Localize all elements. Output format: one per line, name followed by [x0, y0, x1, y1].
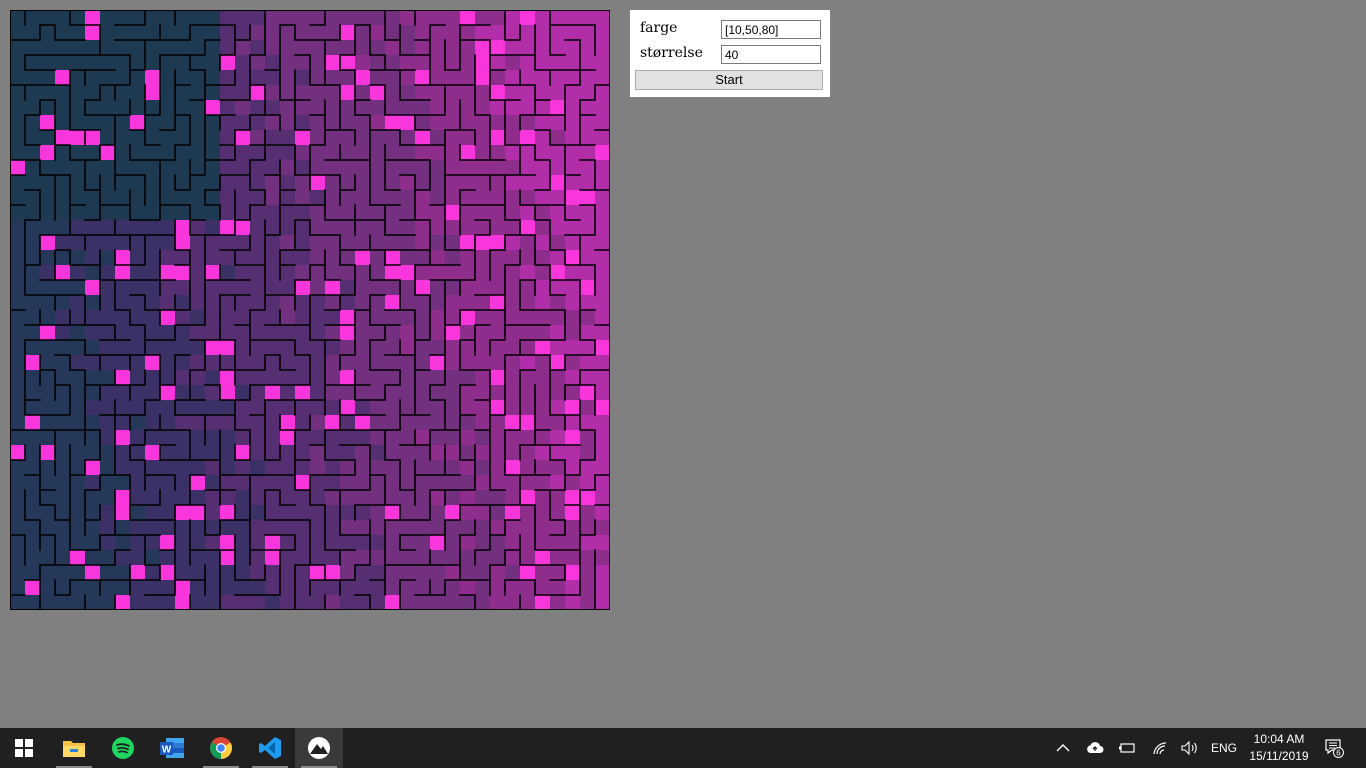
wifi-icon: [1153, 742, 1167, 755]
color-input[interactable]: [721, 20, 821, 39]
processing-icon: [308, 737, 330, 759]
control-panel: farge størrelse Start: [630, 10, 830, 97]
windows-start-button[interactable]: [0, 728, 48, 768]
taskbar-chrome[interactable]: [197, 728, 245, 768]
windows-logo-icon: [15, 739, 33, 757]
volume-tray-button[interactable]: [1178, 728, 1202, 768]
chrome-icon: [210, 737, 232, 759]
maze-walls: [10, 10, 610, 610]
size-input[interactable]: [721, 45, 821, 64]
wifi-tray-button[interactable]: [1148, 728, 1172, 768]
taskbar-processing[interactable]: [295, 728, 343, 768]
word-icon: W: [160, 738, 184, 758]
clock[interactable]: 10:04 AM 15/11/2019: [1240, 731, 1318, 765]
chevron-up-icon: [1056, 744, 1070, 752]
battery-icon: [1119, 743, 1135, 753]
taskbar-spotify[interactable]: [99, 728, 147, 768]
notification-icon: 6: [1325, 739, 1344, 758]
maze-canvas[interactable]: [10, 10, 610, 610]
color-label: farge: [640, 20, 678, 36]
vscode-icon: [259, 737, 281, 759]
taskbar: W ENG 10:04 AM 15/11/2019 6: [0, 728, 1366, 768]
taskbar-vscode[interactable]: [246, 728, 294, 768]
onedrive-tray-button[interactable]: [1083, 728, 1107, 768]
taskbar-word[interactable]: W: [148, 728, 196, 768]
cloud-upload-icon: [1087, 742, 1104, 753]
battery-tray-button[interactable]: [1115, 728, 1139, 768]
clock-time: 10:04 AM: [1253, 732, 1305, 746]
speaker-icon: [1181, 741, 1197, 755]
spotify-icon: [112, 737, 134, 759]
folder-icon: [63, 741, 85, 757]
svg-text:W: W: [162, 745, 172, 756]
language-indicator[interactable]: ENG: [1206, 728, 1242, 768]
notification-count: 6: [1336, 749, 1341, 758]
action-center-button[interactable]: 6: [1320, 728, 1348, 768]
maze-drawing: [10, 10, 610, 610]
clock-date: 15/11/2019: [1249, 749, 1309, 763]
show-hidden-icons-button[interactable]: [1052, 728, 1074, 768]
taskbar-file-explorer[interactable]: [50, 728, 98, 768]
start-button[interactable]: Start: [635, 70, 823, 90]
size-label: størrelse: [640, 45, 703, 61]
